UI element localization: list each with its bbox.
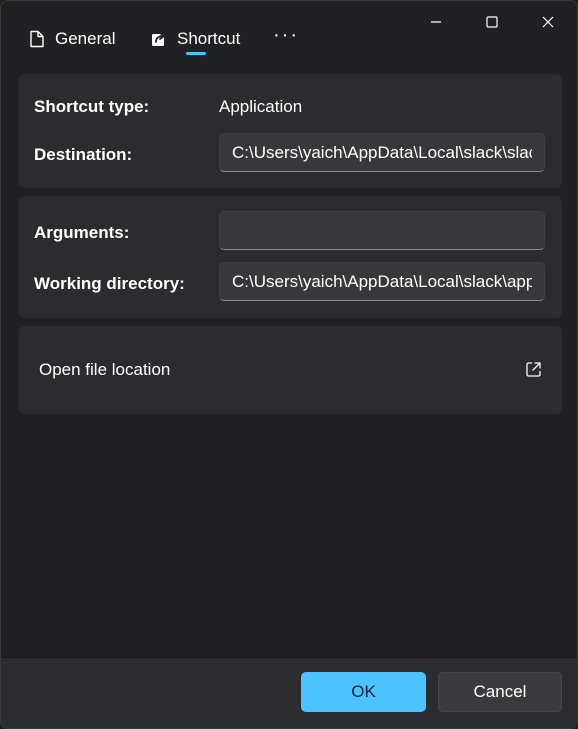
destination-field[interactable]	[219, 133, 545, 172]
minimize-button[interactable]	[413, 9, 459, 35]
maximize-icon	[486, 16, 498, 28]
close-icon	[542, 16, 554, 28]
cancel-button[interactable]: Cancel	[438, 672, 562, 712]
tab-shortcut-label: Shortcut	[177, 29, 241, 48]
selected-tab-indicator	[186, 52, 206, 55]
tab-shortcut[interactable]: Shortcut	[151, 25, 240, 53]
tab-bar: General Shortcut ···	[1, 1, 577, 63]
tab-general[interactable]: General	[29, 25, 115, 53]
destination-label: Destination:	[34, 145, 133, 164]
shortcut-type-value: Application	[219, 97, 303, 116]
close-button[interactable]	[525, 9, 571, 35]
open-file-location-label: Open file location	[39, 360, 171, 379]
maximize-button[interactable]	[469, 9, 515, 35]
working-directory-label: Working directory:	[34, 274, 185, 293]
more-tabs-button[interactable]: ···	[273, 21, 299, 49]
dialog-footer: OK Cancel	[1, 657, 577, 728]
open-file-location-button[interactable]: Open file location	[19, 326, 562, 414]
working-directory-field[interactable]	[219, 262, 545, 301]
shortcut-type-label: Shortcut type:	[34, 97, 150, 116]
arguments-label: Arguments:	[34, 223, 130, 242]
arguments-field[interactable]	[219, 211, 545, 250]
document-icon	[29, 30, 45, 48]
minimize-icon	[430, 16, 442, 28]
shortcut-arrow-icon	[151, 31, 167, 47]
tab-general-label: General	[55, 29, 116, 48]
shortcut-info-card: Shortcut type: Application Destination:	[19, 74, 562, 188]
properties-window: General Shortcut ··· Shortcut type: Appl…	[0, 0, 578, 729]
ok-button[interactable]: OK	[301, 672, 426, 712]
open-external-icon	[525, 361, 542, 378]
arguments-card: Arguments: Working directory:	[19, 196, 562, 318]
